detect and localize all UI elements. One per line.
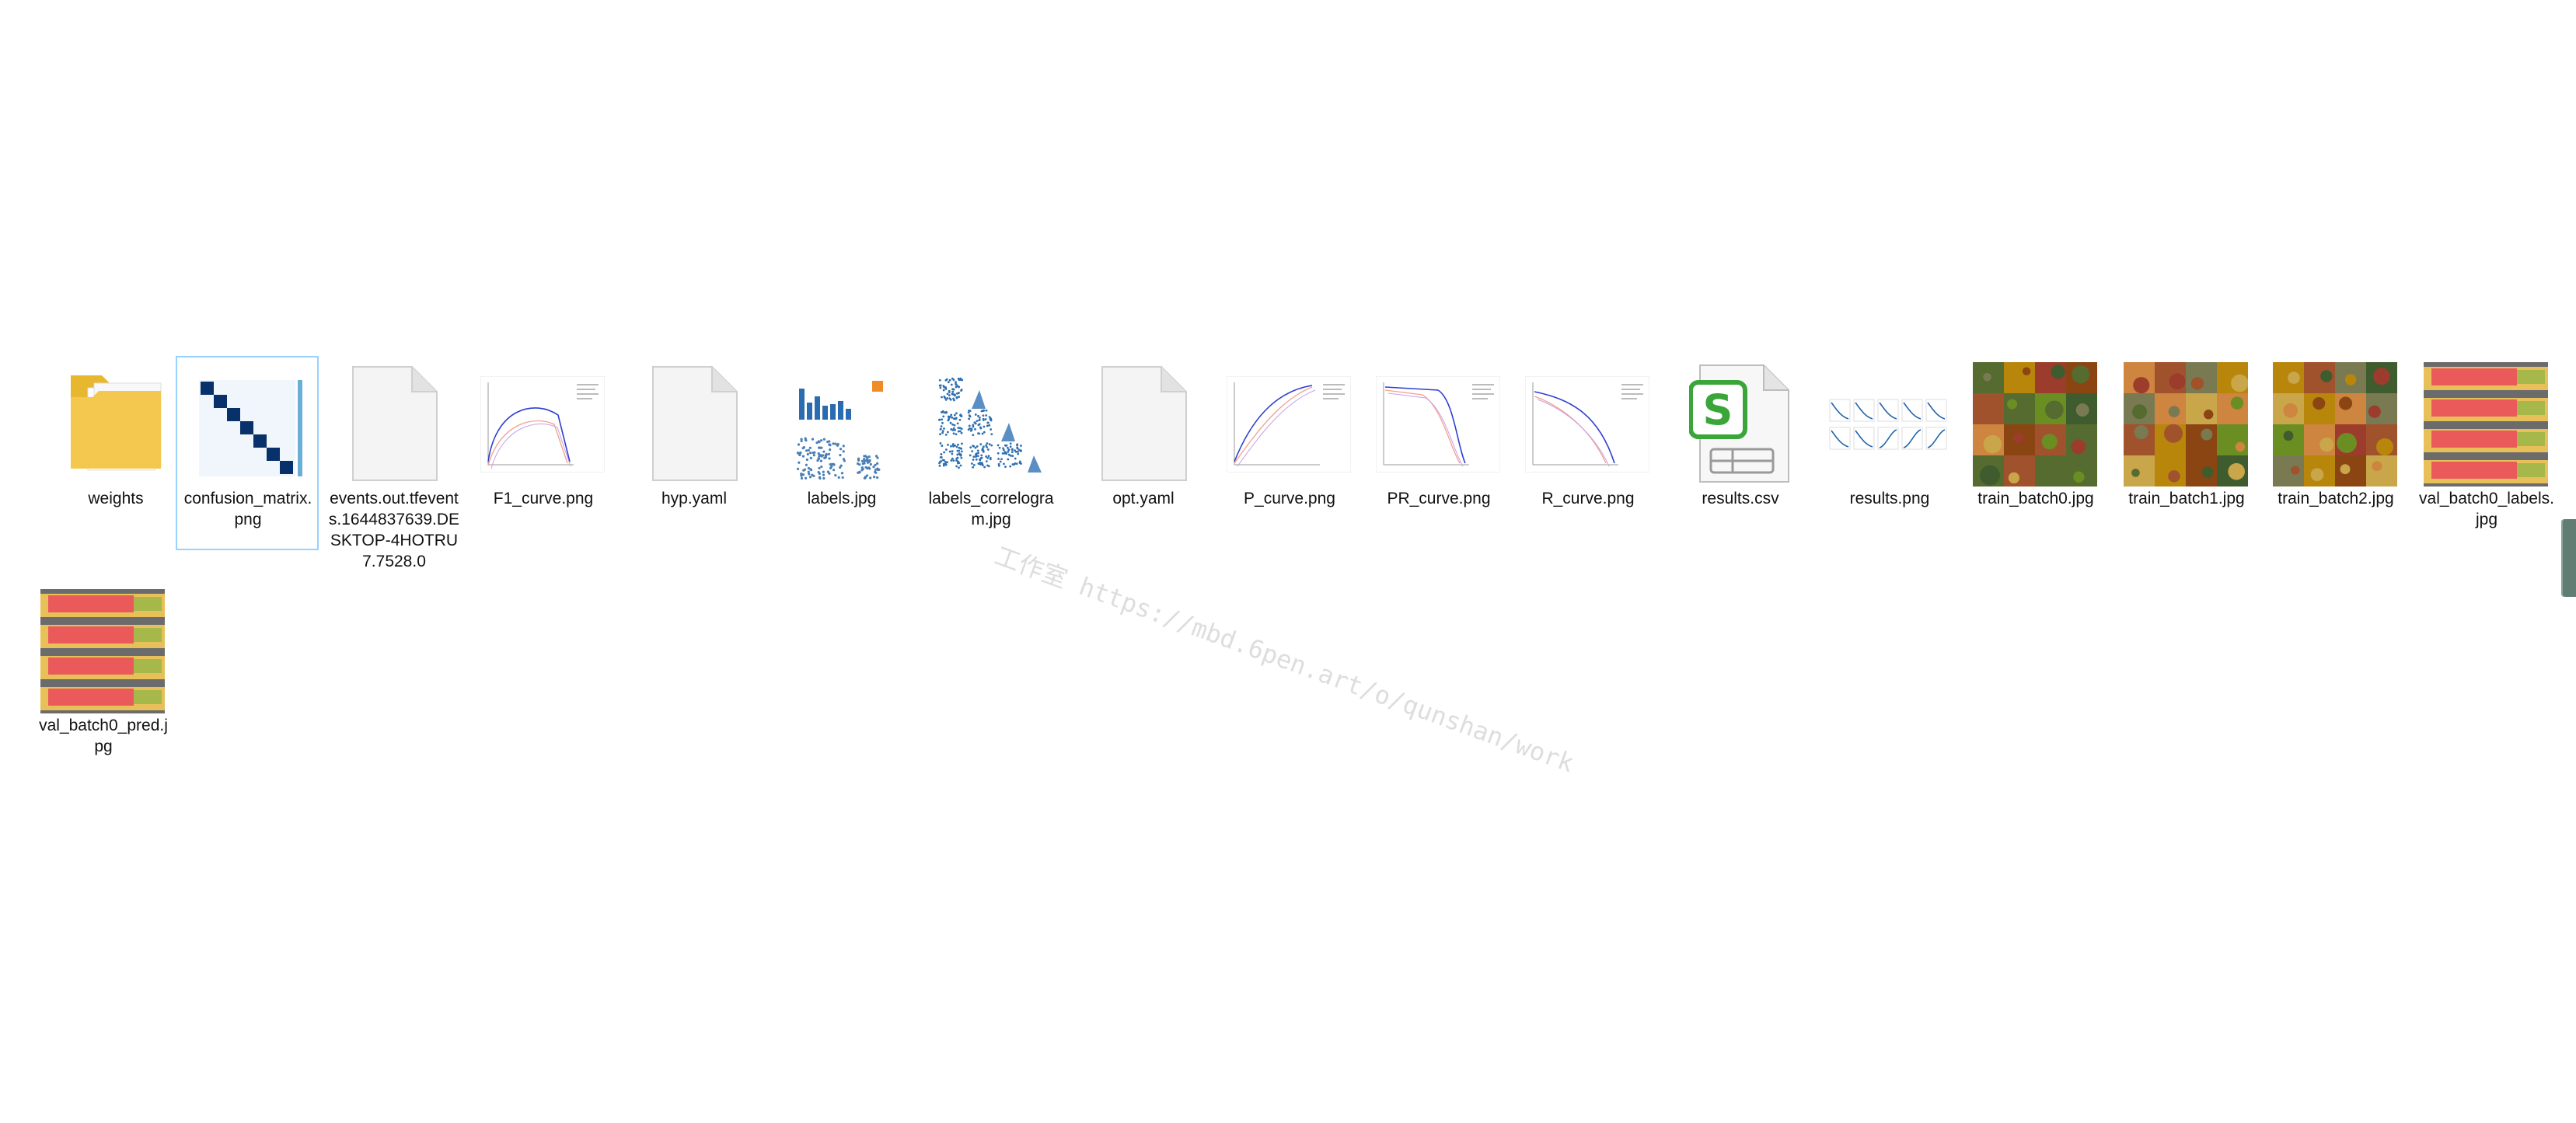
results-thumbnail-icon: [1825, 361, 1953, 488]
file-name-label: P_curve.png: [1244, 490, 1335, 507]
val-batch-thumbnail-icon: [2422, 361, 2550, 488]
file-grid: weights confusion_matrix.png events.out.…: [0, 0, 2576, 1123]
file-item[interactable]: results.png: [1817, 356, 1960, 550]
file-item[interactable]: val_batch0_labels.jpg: [2414, 356, 2557, 550]
file-name-label: labels_correlogram.jpg: [928, 490, 1054, 528]
file-name-label: R_curve.png: [1541, 490, 1635, 507]
file-item[interactable]: R_curve.png: [1516, 356, 1659, 550]
file-name-label: val_batch0_pred.jpg: [39, 717, 168, 755]
p-curve-thumbnail-icon: [1225, 361, 1353, 488]
file-item[interactable]: val_batch0_pred.jpg: [31, 583, 174, 777]
file-item[interactable]: train_batch2.jpg: [2264, 356, 2407, 550]
side-panel-handle[interactable]: [2561, 519, 2576, 597]
file-item[interactable]: F1_curve.png: [471, 356, 614, 550]
blank-file-icon: [1079, 361, 1206, 488]
correlogram-thumbnail-icon: [927, 361, 1054, 488]
file-item[interactable]: S results.csv: [1668, 356, 1811, 550]
file-name-label: events.out.tfevents.1644837639.DESKTOP-4…: [328, 490, 460, 570]
blank-file-icon: [630, 361, 757, 488]
file-name-label: weights: [88, 490, 144, 507]
file-name-label: train_batch0.jpg: [1977, 490, 2094, 507]
file-item[interactable]: hyp.yaml: [622, 356, 765, 550]
file-name-label: labels.jpg: [807, 490, 877, 507]
file-item[interactable]: PR_curve.png: [1367, 356, 1510, 550]
file-item[interactable]: train_batch0.jpg: [1963, 356, 2107, 550]
labels-thumbnail-icon: [777, 361, 905, 488]
svg-text:S: S: [1703, 385, 1733, 434]
file-item[interactable]: labels.jpg: [770, 356, 913, 550]
file-name-label: val_batch0_labels.jpg: [2419, 490, 2554, 528]
file-name-label: results.csv: [1702, 490, 1779, 507]
pr-curve-thumbnail-icon: [1374, 361, 1502, 488]
file-item[interactable]: weights: [44, 356, 187, 550]
train-batch-thumbnail-icon: [2122, 361, 2250, 488]
file-item[interactable]: opt.yaml: [1071, 356, 1214, 550]
file-name-label: PR_curve.png: [1387, 490, 1491, 507]
val-batch-thumbnail-icon: [39, 588, 166, 715]
file-item[interactable]: events.out.tfevents.1644837639.DESKTOP-4…: [322, 356, 465, 570]
r-curve-thumbnail-icon: [1524, 361, 1651, 488]
file-item[interactable]: confusion_matrix.png: [176, 356, 319, 550]
spreadsheet-file-icon: S: [1676, 361, 1803, 488]
train-batch-thumbnail-icon: [2271, 361, 2399, 488]
file-name-label: results.png: [1849, 490, 1930, 507]
file-name-label: F1_curve.png: [493, 490, 594, 507]
file-item[interactable]: P_curve.png: [1217, 356, 1360, 550]
confusion-matrix-thumbnail-icon: [183, 361, 311, 488]
file-name-label: train_batch2.jpg: [2278, 490, 2394, 507]
file-name-label: confusion_matrix.png: [183, 490, 312, 528]
file-item[interactable]: labels_correlogram.jpg: [919, 356, 1062, 550]
file-item[interactable]: train_batch1.jpg: [2114, 356, 2257, 550]
folder-icon: [51, 361, 179, 488]
f1-curve-thumbnail-icon: [479, 361, 606, 488]
blank-file-icon: [330, 361, 457, 488]
train-batch-thumbnail-icon: [1971, 361, 2099, 488]
file-name-label: hyp.yaml: [661, 490, 728, 507]
file-name-label: opt.yaml: [1112, 490, 1175, 507]
file-name-label: train_batch1.jpg: [2128, 490, 2245, 507]
